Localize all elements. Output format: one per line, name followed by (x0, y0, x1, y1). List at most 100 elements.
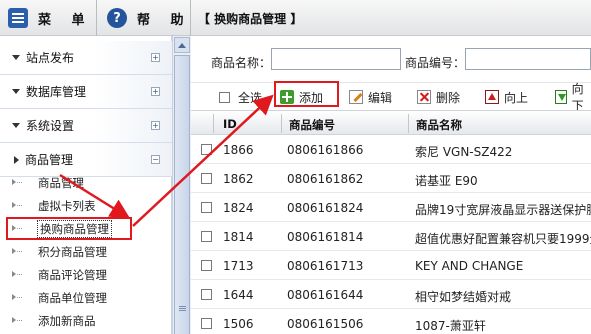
scroll-thumb[interactable] (174, 55, 190, 334)
product-code-input[interactable] (465, 48, 591, 70)
row-checkbox[interactable] (201, 260, 212, 271)
checkbox-icon[interactable] (219, 91, 230, 103)
sidebar-item-label: 添加新商品 (38, 314, 96, 328)
row-checkbox[interactable] (201, 231, 212, 242)
section-label: 商品管理 (25, 153, 74, 167)
cell-id: 1824 (223, 201, 254, 215)
tree-node-icon (12, 248, 22, 256)
edit-label: 编辑 (368, 90, 393, 105)
sidebar-scrollbar[interactable] (172, 36, 191, 334)
sidebar-item-product-reviews[interactable]: 商品评论管理 (12, 265, 107, 285)
cell-id: 1814 (223, 230, 254, 244)
product-name-label: 商品名称： (211, 56, 272, 70)
move-down-button[interactable]: 向下 (555, 82, 591, 113)
tree-node-icon (12, 202, 22, 210)
arrow-up-icon (485, 90, 499, 104)
table-row[interactable]: 1824 0806161824 品牌19寸宽屏液晶显示器送保护膜 (191, 193, 591, 222)
search-bar: 商品名称： 商品编号： (191, 36, 591, 82)
column-divider (408, 114, 409, 133)
cell-code: 0806161713 (287, 259, 364, 273)
table-row[interactable]: 1713 0806161713 KEY AND CHANGE (191, 251, 591, 280)
collapse-arrow-icon (14, 155, 19, 164)
cell-code: 0806161814 (287, 230, 364, 244)
expand-toggle-icon[interactable]: + (151, 121, 160, 130)
sidebar-section-database[interactable]: 数据库管理 + (0, 75, 172, 109)
sidebar-section-settings[interactable]: 系统设置 + (0, 109, 172, 143)
row-checkbox[interactable] (201, 289, 212, 300)
tree-node-icon (12, 271, 22, 279)
help-label: 帮 助 (137, 12, 192, 28)
sidebar-item-label: 商品单位管理 (38, 291, 107, 305)
product-code-label: 商品编号： (405, 56, 466, 70)
expand-arrow-icon (12, 55, 20, 60)
row-checkbox[interactable] (201, 318, 212, 329)
cell-name: 相守如梦结婚对戒 (415, 290, 512, 304)
column-header-name[interactable]: 商品名称 (416, 117, 462, 133)
row-checkbox[interactable] (201, 144, 212, 155)
cell-name: 索尼 VGN-SZ422 (415, 145, 513, 159)
divider (96, 0, 97, 36)
menu-icon (8, 8, 28, 28)
menu-button[interactable]: 菜 单 (8, 0, 93, 36)
table-row[interactable]: 1506 0806161506 1087-萧亚轩 (191, 309, 591, 334)
row-checkbox[interactable] (201, 173, 212, 184)
annotation-highlight-box (274, 81, 339, 107)
grip-icon (179, 306, 186, 307)
table-row[interactable]: 1862 0806161862 诺基亚 E90 (191, 164, 591, 193)
cell-id: 1713 (223, 259, 254, 273)
cell-id: 1862 (223, 172, 254, 186)
help-button[interactable]: ? 帮 助 (107, 0, 192, 36)
tree-node-icon (12, 317, 22, 325)
section-label: 系统设置 (26, 119, 75, 133)
edit-pencil-icon (349, 90, 363, 104)
move-up-button[interactable]: 向上 (485, 87, 528, 107)
row-checkbox[interactable] (201, 202, 212, 213)
action-toolbar: 全选 添加 编辑 删除 向上 向下 (191, 82, 591, 113)
sidebar-item-virtual-cards[interactable]: 虚拟卡列表 (12, 196, 96, 216)
delete-button[interactable]: 删除 (417, 87, 460, 107)
expand-toggle-icon[interactable]: + (151, 87, 160, 96)
section-label: 站点发布 (26, 51, 75, 65)
help-icon: ? (107, 8, 127, 28)
table-row[interactable]: 1866 0806161866 索尼 VGN-SZ422 (191, 135, 591, 164)
cell-code: 0806161644 (287, 288, 364, 302)
sidebar-item-product-manage[interactable]: 商品管理 (12, 173, 84, 193)
product-name-input[interactable] (271, 48, 401, 70)
table-row[interactable]: 1644 0806161644 相守如梦结婚对戒 (191, 280, 591, 309)
main-content: 商品名称： 商品编号： 全选 添加 编辑 删除 向上 向下 ID 商品编号 商品… (191, 36, 591, 334)
delete-x-icon (417, 90, 431, 104)
page-title: 【 换购商品管理 】 (198, 11, 303, 26)
cell-code: 0806161824 (287, 201, 364, 215)
sidebar-section-products[interactable]: 商品管理 − (0, 143, 172, 177)
edit-button[interactable]: 编辑 (349, 87, 392, 107)
cell-id: 1644 (223, 288, 254, 302)
expand-toggle-icon[interactable]: + (151, 53, 160, 62)
sidebar-item-add-product[interactable]: 添加新商品 (12, 311, 96, 331)
cell-name: 品牌19寸宽屏液晶显示器送保护膜 (415, 203, 591, 217)
cell-name: 超值优惠好配置兼容机只要1999元 (415, 232, 591, 246)
select-all-checkbox[interactable]: 全选 (219, 87, 262, 107)
cell-name: KEY AND CHANGE (415, 259, 524, 273)
cell-id: 1866 (223, 143, 254, 157)
column-header-code[interactable]: 商品编号 (289, 117, 335, 133)
menu-label: 菜 单 (38, 12, 93, 28)
top-bar: 菜 单 ? 帮 助 【 换购商品管理 】 (0, 0, 591, 36)
move-up-label: 向上 (504, 90, 529, 105)
select-all-label: 全选 (238, 90, 263, 105)
sidebar-item-product-units[interactable]: 商品单位管理 (12, 288, 107, 308)
table-row[interactable]: 1814 0806161814 超值优惠好配置兼容机只要1999元 (191, 222, 591, 251)
scroll-up-arrow-icon[interactable] (174, 37, 190, 53)
expand-arrow-icon (12, 123, 20, 128)
move-down-label: 向下 (571, 82, 584, 113)
sidebar-item-points-products[interactable]: 积分商品管理 (12, 242, 107, 262)
sidebar-item-label: 商品评论管理 (38, 268, 107, 282)
sidebar-section-site-publish[interactable]: 站点发布 + (0, 41, 172, 75)
sidebar-item-label: 虚拟卡列表 (38, 199, 96, 213)
column-header-id[interactable]: ID (223, 117, 237, 131)
cell-name: 1087-萧亚轩 (415, 319, 486, 333)
column-divider (213, 114, 214, 133)
sidebar-menu: 站点发布 + 数据库管理 + 系统设置 + 商品管理 − 商品管理 虚拟卡列表 (0, 36, 172, 334)
collapse-toggle-icon[interactable]: − (151, 155, 160, 164)
cell-id: 1506 (223, 317, 254, 331)
cell-code: 0806161506 (287, 317, 364, 331)
